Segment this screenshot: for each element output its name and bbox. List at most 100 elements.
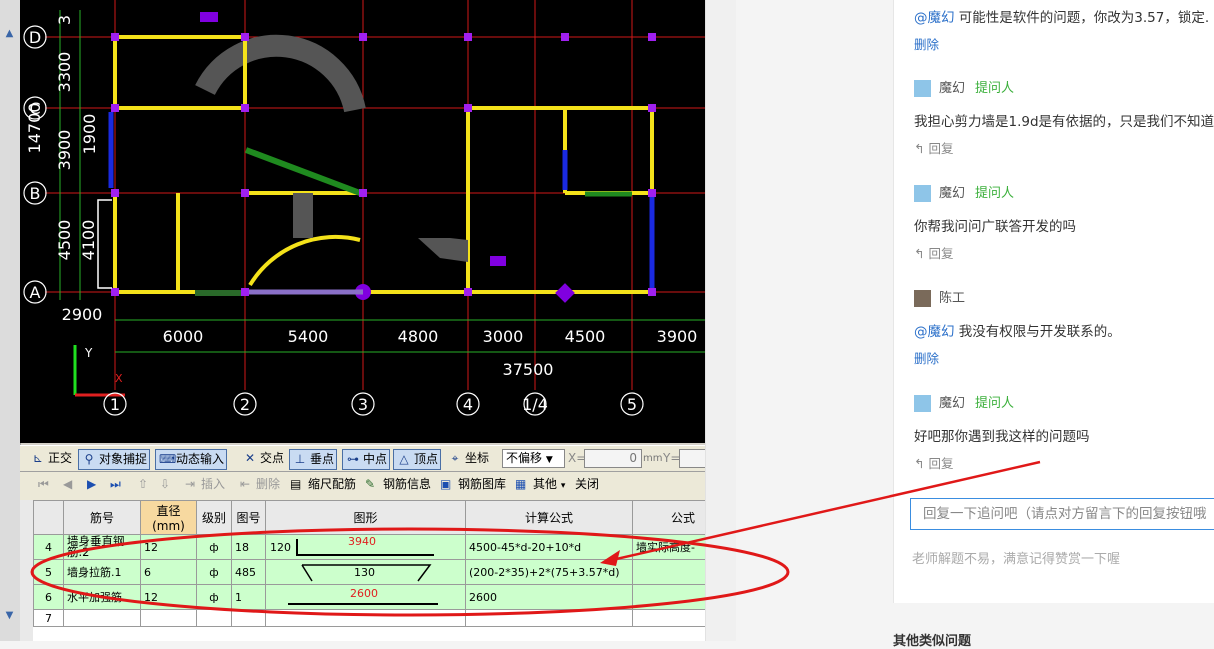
col-header-index [33,500,64,535]
reply-link[interactable]: ↰ 回复 [914,138,953,157]
col-header-desc[interactable]: 公式 [632,500,705,535]
bottom-total-dim: 37500 [503,360,554,379]
cad-canvas[interactable]: D C B A 1 2 3 4 1/4 5 3 3300 3900 4500 1… [20,0,705,443]
axis-x-label: X [115,372,123,385]
table-row[interactable]: 4 墙身垂直钢筋.2 12 ф 18 120 3940 4500-45*d-20… [33,534,705,560]
page-scroll-gutter [705,0,736,641]
perpendicular-snap[interactable]: ⊥ 垂点 [289,449,338,470]
dynamic-input-toggle[interactable]: ⌨ 动态输入 [155,449,228,470]
object-snap-toggle[interactable]: ⚲ 对象捕捉 [78,449,151,470]
offset-select[interactable]: 不偏移 ▼ [502,449,565,468]
close-button[interactable]: 关闭 [575,475,599,494]
intersection-snap[interactable]: ✕ 交点 [240,449,284,468]
reply-link[interactable]: ↰ 回复 [914,243,953,262]
col-header-diameter[interactable]: 直径(mm) [140,500,197,535]
row-header-strip [20,500,34,641]
grid-col-label: 1/4 [522,395,548,414]
vertex-icon: △ [399,452,409,466]
appreciation-tip: 老师解题不易，满意记得赞赏一下喔 [912,552,1121,567]
scale-rebar-button[interactable]: ▤ 缩尺配筋 [290,475,356,494]
dropdown-arrow-icon: ▾ [560,481,566,491]
last-record-icon[interactable]: ⏭ [110,475,121,494]
col-header-shape[interactable]: 图形 [265,500,466,535]
col-header-grade[interactable]: 级别 [196,500,232,535]
avatar[interactable] [914,185,931,202]
library-icon: ▣ [440,477,452,491]
delete-link[interactable]: 删除 [914,348,939,367]
reply-icon: ↰ [914,141,925,156]
left-bottom-dim: 2900 [62,305,103,324]
reply-input[interactable]: 回复一下追问吧（请点对方留言下的回复按钮哦 [910,498,1214,530]
ortho-toggle[interactable]: ⊾ 正交 [28,449,72,468]
midpoint-snap[interactable]: ⊶ 中点 [342,449,391,470]
comment-text: 好吧那你遇到我这样的问题吗 [914,429,1090,445]
insert-button[interactable]: ⇥ 插入 [185,475,225,494]
coordinate-toggle[interactable]: ⌖ 坐标 [445,449,489,468]
shape-cell[interactable]: 2600 [265,584,466,610]
avatar[interactable] [914,290,931,307]
shape-cell[interactable]: 120 3940 [265,534,466,560]
left-total-dim: 14700 [25,103,44,154]
comment-user: 魔幻 提问人 [914,185,1014,203]
comment-text: @魔幻 我没有权限与开发联系的。 [914,324,1121,340]
col-header-figure[interactable]: 图号 [231,500,266,535]
next-record-icon[interactable]: ▶ [87,475,96,494]
other-icon: ▦ [515,477,527,491]
table-row[interactable]: 7 [33,609,705,627]
left-dim: 3900 [55,130,74,171]
vertex-snap[interactable]: △ 顶点 [393,449,442,470]
avatar[interactable] [914,395,931,412]
mm-unit: mm [643,453,663,464]
left-dim: 3300 [55,52,74,93]
grid-row-label: A [30,283,41,302]
bottom-dim: 6000 [163,327,204,346]
table-row[interactable]: 6 水平加强筋 12 ф 1 2600 2600 [33,584,705,610]
col-header-name[interactable]: 筋号 [63,500,141,535]
shape-line [296,539,298,555]
cad-status-toolbar: ⊾ 正交 ⚲ 对象捕捉 ⌨ 动态输入 ✕ 交点 ⊥ 垂点 ⊶ 中点 △ 顶点 ⌖ 坐标 不偏移 … [20,445,705,472]
delete-icon: ⇤ [240,477,251,491]
snap-icon: ⚲ [84,452,94,466]
coordinate-icon: ⌖ [451,451,459,465]
dropdown-arrow-icon: ▼ [545,455,553,465]
perpendicular-icon: ⊥ [294,452,306,466]
move-up-icon[interactable]: ⇧ [138,475,148,494]
delete-button[interactable]: ⇤ 删除 [240,475,280,494]
x-coordinate-input[interactable]: 0 [584,449,642,468]
reply-icon: ↰ [914,456,925,471]
grid-col-label: 2 [240,395,250,414]
col-header-formula[interactable]: 计算公式 [465,500,633,535]
scroll-up-icon[interactable]: ▲ [2,26,17,41]
comment-text: @魔幻 可能性是软件的问题，你改为3.57，锁定. [914,10,1210,26]
grid-row-label: B [30,184,41,203]
reply-icon: ↰ [914,246,925,261]
grid-col-label: 3 [358,395,368,414]
keyboard-icon: ⌨ [159,452,177,466]
other-menu[interactable]: ▦ 其他 ▾ [515,475,565,494]
rebar-info-button[interactable]: ✎ 钢筋信息 [365,475,431,494]
avatar[interactable] [914,80,931,97]
grid-col-label: 1 [110,395,120,414]
rebar-table: 筋号 直径(mm) 级别 图号 图形 计算公式 公式 4 墙身垂直钢筋.2 12… [33,500,705,641]
prev-record-icon[interactable]: ◀ [63,475,72,494]
bottom-dim: 3900 [657,327,698,346]
axis-y-label: Y [84,346,93,360]
y-label: Y= [663,451,681,465]
delete-link[interactable]: 删除 [914,34,939,53]
inner-dim: 4100 [79,220,98,261]
comment-user: 魔幻 提问人 [914,80,1014,98]
scroll-down-icon[interactable]: ▼ [2,608,17,623]
rebar-toolbar: ⏮ ◀ ▶ ⏭ ⇧ ⇩ ⇥ 插入 ⇤ 删除 ▤ 缩尺配筋 ✎ 钢筋信息 ▣ 钢筋图库 ▦ 其… [20,472,705,501]
left-dim: 4500 [55,220,74,261]
first-record-icon[interactable]: ⏮ [38,475,49,494]
table-row[interactable]: 5 墙身拉筋.1 6 ф 485 130 (200-2*35)+2*(75+3.… [33,559,705,585]
rebar-library-button[interactable]: ▣ 钢筋图库 [440,475,506,494]
grid-col-label: 5 [627,395,637,414]
top-row-digit: 3 [55,15,74,25]
shape-cell[interactable]: 130 [265,559,466,585]
move-down-icon[interactable]: ⇩ [160,475,170,494]
reply-link[interactable]: ↰ 回复 [914,453,953,472]
vertical-scrollbar[interactable]: ▲ ▼ [0,0,21,641]
scale-icon: ▤ [290,477,302,491]
y-coordinate-input[interactable] [679,449,705,468]
